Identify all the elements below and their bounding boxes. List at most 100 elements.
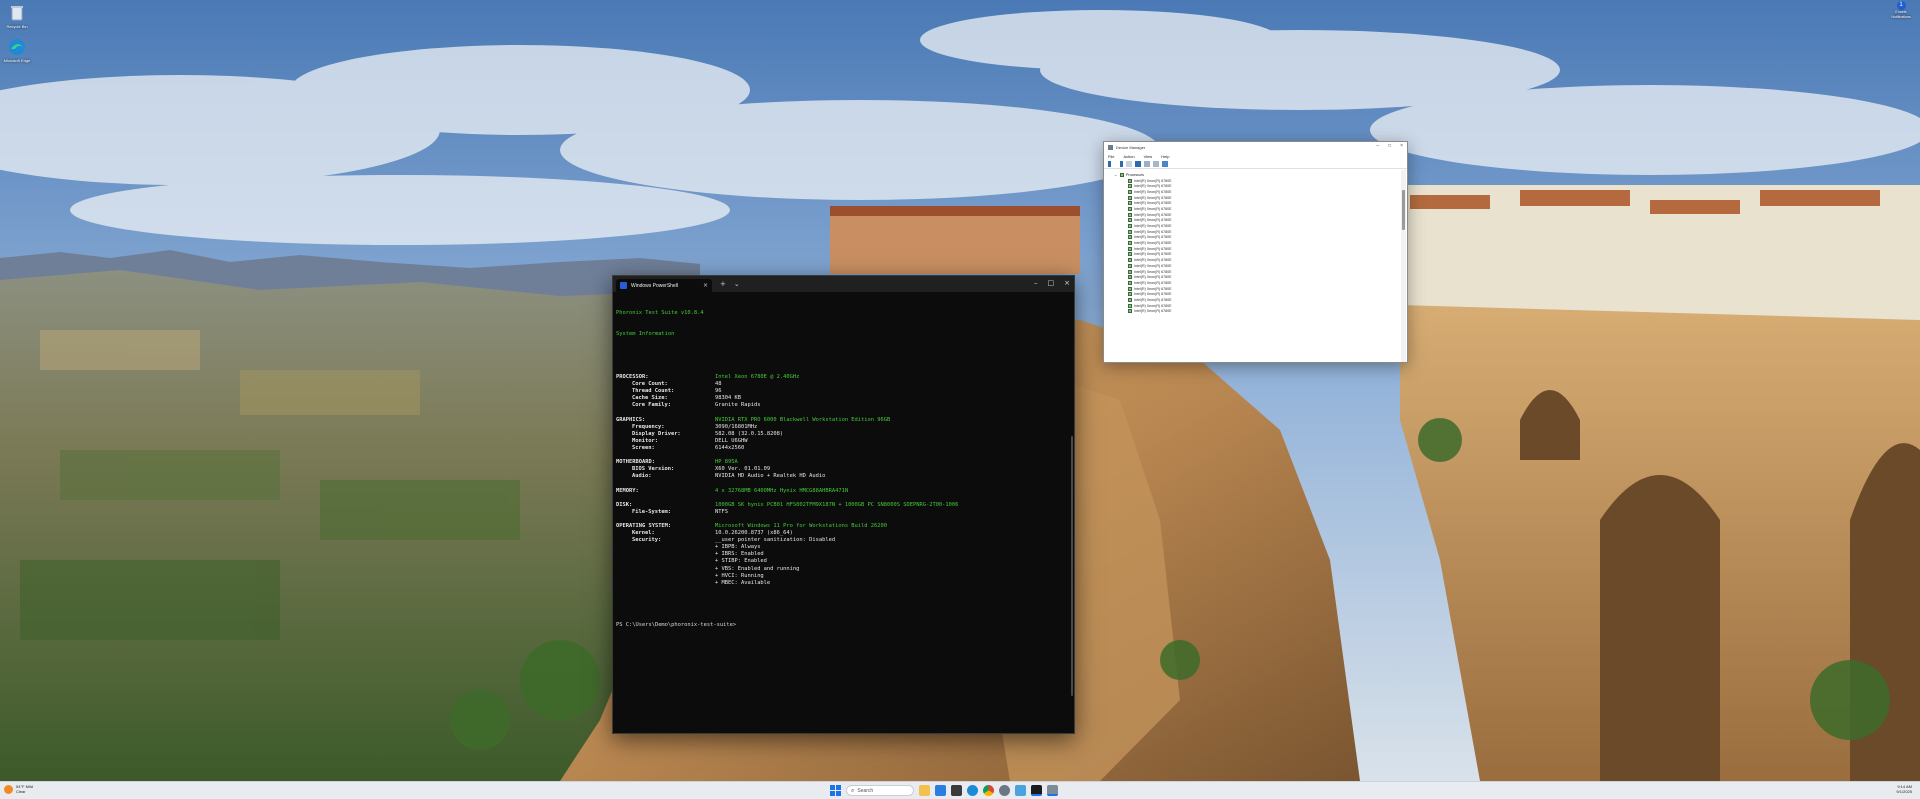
properties-icon[interactable] <box>1126 161 1132 167</box>
processor-icon <box>1128 178 1132 183</box>
processor-item-label: Intel(R) Xeon(R) 6780E <box>1134 309 1172 314</box>
processor-icon <box>1128 280 1132 285</box>
help-icon[interactable] <box>1135 161 1141 167</box>
close-button[interactable]: × <box>1064 278 1070 288</box>
sysinfo-value: + STIBP: Enabled <box>715 558 767 565</box>
sysinfo-value: 582.08 (32.0.15.8208) <box>715 430 784 437</box>
tab-label: Windows PowerShell <box>631 282 678 289</box>
notification-badge: 1 <box>1896 1 1906 10</box>
close-button[interactable]: × <box>1400 143 1403 149</box>
system-clock[interactable]: 9:14 AM 9/1/2025 <box>1896 784 1912 794</box>
menu-help[interactable]: Help <box>1161 154 1169 159</box>
update-driver-icon[interactable] <box>1144 161 1150 167</box>
processor-item-label: Intel(R) Xeon(R) 6780E <box>1134 258 1172 263</box>
sysinfo-row: DISK: 1000GB SK hynix PCB01 HFS002TFM9X18… <box>616 502 1071 509</box>
device-tree[interactable]: ⌄ Processors Intel(R) Xeon(R) 6780E Intel… <box>1104 170 1401 362</box>
maximize-button[interactable]: □ <box>1048 278 1055 288</box>
sysinfo-value: 6144x2560 <box>715 444 745 451</box>
sysinfo-value: 10.0.26200.8737 (x86_64) <box>715 530 793 537</box>
tab-close-icon[interactable]: × <box>703 282 708 289</box>
processor-item[interactable]: Intel(R) Xeon(R) 6780E <box>1114 309 1401 315</box>
device-manager-window[interactable]: Device Manager – □ × File Action View He… <box>1103 141 1408 363</box>
sysinfo-row: PROCESSOR: Intel Xeon 6780E @ 2.40GHz <box>616 374 1071 381</box>
sysinfo-row: + STIBP: Enabled <box>616 558 1071 565</box>
powershell-icon <box>620 282 627 289</box>
processor-icon <box>1128 292 1132 297</box>
minimize-button[interactable]: – <box>1034 278 1038 288</box>
new-tab-button[interactable]: + <box>720 279 726 289</box>
search-placeholder: Search <box>857 787 874 794</box>
menu-action[interactable]: Action <box>1123 154 1134 159</box>
weather-widget[interactable]: 54°F Mild Clear <box>4 784 33 794</box>
sysinfo-row: + IBPB: Always <box>616 544 1071 551</box>
device-manager-titlebar[interactable]: Device Manager – □ × <box>1104 142 1407 152</box>
desktop-icon-recycle-bin[interactable]: Recycle Bin <box>0 4 34 29</box>
settings-icon[interactable] <box>999 785 1010 796</box>
sysinfo-row: MOTHERBOARD: HP 895A <box>616 459 1071 466</box>
processor-item-label: Intel(R) Xeon(R) 6780E <box>1134 297 1172 302</box>
edge-icon[interactable] <box>967 785 978 796</box>
terminal-scrollbar[interactable] <box>1071 436 1073 696</box>
processor-icon <box>1128 224 1132 229</box>
desktop-icon-edge[interactable]: Microsoft Edge <box>0 38 34 63</box>
sysinfo-row: Cache Size: 98304 KB <box>616 395 1071 402</box>
processor-item-label: Intel(R) Xeon(R) 6780E <box>1134 275 1172 280</box>
processor-icon <box>1128 258 1132 263</box>
sysinfo-row: Frequency: 3090/16801MHz <box>616 424 1071 431</box>
processor-item-label: Intel(R) Xeon(R) 6780E <box>1134 303 1172 308</box>
maximize-button[interactable]: □ <box>1388 143 1391 149</box>
sysinfo-value: + VBS: Enabled and running <box>715 565 800 572</box>
sysinfo-value: 4 x 32768MB 6400MHz Hynix HMCG88AHBRA471… <box>715 487 849 494</box>
sysinfo-key: MOTHERBOARD: <box>616 459 655 466</box>
tab-dropdown-button[interactable]: ⌄ <box>734 279 740 289</box>
processor-item-label: Intel(R) Xeon(R) 6780E <box>1134 218 1172 223</box>
notification-widget[interactable]: 1 Enable Notifications <box>1886 0 1916 19</box>
sysinfo-row: OPERATING SYSTEM: Microsoft Windows 11 Pr… <box>616 523 1071 530</box>
processor-icon <box>1128 229 1132 234</box>
sysinfo-row: MEMORY: 4 x 32768MB 6400MHz Hynix HMCG88A… <box>616 488 1071 495</box>
processor-item-label: Intel(R) Xeon(R) 6780E <box>1134 229 1172 234</box>
notification-line-2: Notifications <box>1891 14 1911 19</box>
scan-hardware-icon[interactable] <box>1153 161 1159 167</box>
device-manager-icon <box>1108 144 1113 150</box>
photos-icon[interactable] <box>1015 785 1026 796</box>
sysinfo-value: + MBEC: Available <box>715 579 771 586</box>
menu-view[interactable]: View <box>1144 154 1153 159</box>
processor-item-label: Intel(R) Xeon(R) 6780E <box>1134 269 1172 274</box>
powershell-terminal-window[interactable]: Windows PowerShell × + ⌄ – □ × Phoronix … <box>612 275 1075 734</box>
processor-icon <box>1128 303 1132 308</box>
sysinfo-value: DELL U6GHW <box>715 437 748 444</box>
processor-icon <box>1128 195 1132 200</box>
terminal-output[interactable]: Phoronix Test Suite v10.8.4 System Infor… <box>613 292 1074 648</box>
sysinfo-row: + MBEC: Available <box>616 580 1071 587</box>
mail-icon[interactable] <box>935 785 946 796</box>
shell-prompt[interactable]: PS C:\Users\Demo\phoronix-test-suite> <box>616 622 1071 629</box>
scrollbar-thumb[interactable] <box>1402 190 1405 230</box>
processor-item-label: Intel(R) Xeon(R) 6780E <box>1134 189 1172 194</box>
monitor-icon[interactable] <box>1162 161 1168 167</box>
device-manager-icon[interactable] <box>1047 785 1058 796</box>
sysinfo-key: BIOS Version: <box>632 466 675 473</box>
sysinfo-row: Core Count: 48 <box>616 381 1071 388</box>
taskbar-search[interactable]: ⌕ Search <box>846 785 914 796</box>
start-button[interactable] <box>830 785 841 796</box>
minimize-button[interactable]: – <box>1376 143 1379 149</box>
pts-version-line: Phoronix Test Suite v10.8.4 <box>616 310 704 317</box>
terminal-titlebar[interactable]: Windows PowerShell × + ⌄ – □ × <box>613 276 1074 292</box>
back-icon[interactable] <box>1108 161 1114 167</box>
tab-windows-powershell[interactable]: Windows PowerShell × <box>616 279 712 292</box>
store-icon[interactable] <box>951 785 962 796</box>
processor-icon <box>1128 252 1132 257</box>
tree-node-label: Processors <box>1126 172 1144 177</box>
terminal-icon[interactable] <box>1031 785 1042 796</box>
taskbar: 54°F Mild Clear ⌕ Search 9:14 AM 9/1/202… <box>0 781 1920 799</box>
chrome-icon[interactable] <box>983 785 994 796</box>
window-title: Device Manager <box>1116 144 1146 150</box>
forward-icon[interactable] <box>1117 161 1123 167</box>
file-explorer-icon[interactable] <box>919 785 930 796</box>
sysinfo-value: NTFS <box>715 508 728 515</box>
vertical-scrollbar[interactable] <box>1401 170 1406 362</box>
processor-item-label: Intel(R) Xeon(R) 6780E <box>1134 224 1172 229</box>
sysinfo-value: 1000GB SK hynix PCB01 HFS002TFM9X187N + … <box>715 501 959 508</box>
menu-file[interactable]: File <box>1108 154 1114 159</box>
